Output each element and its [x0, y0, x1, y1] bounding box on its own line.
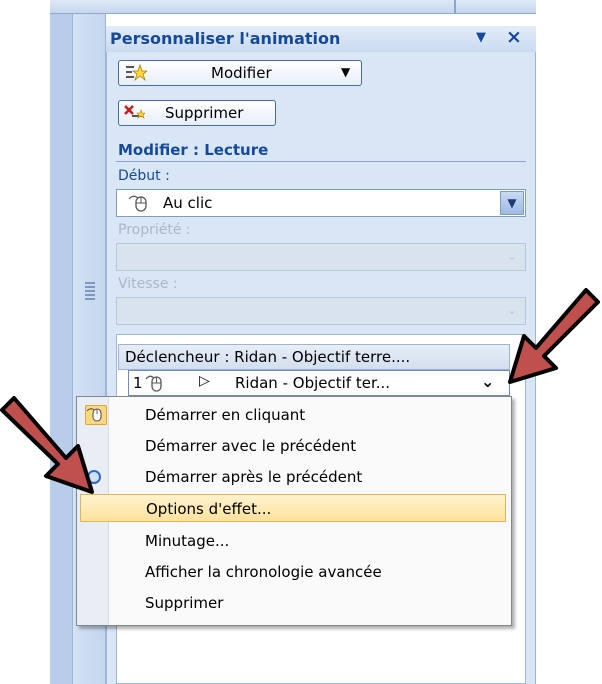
- menu-item-effect-options[interactable]: Options d'effet...: [80, 494, 506, 522]
- start-value: Au clic: [163, 194, 213, 212]
- delete-effect-button[interactable]: Supprimer: [118, 100, 276, 126]
- chevron-down-icon: ⌄: [506, 249, 518, 263]
- media-play-icon: ▷: [199, 373, 210, 389]
- pane-header: Personnaliser l'animation ▼ ×: [106, 26, 536, 52]
- effect-number: 1: [133, 374, 143, 392]
- section-divider: [116, 161, 526, 162]
- start-label: Début :: [118, 168, 170, 184]
- pane-close-icon[interactable]: ×: [504, 27, 524, 47]
- menu-item-remove[interactable]: Supprimer: [77, 589, 511, 617]
- property-combobox: ⌄: [116, 243, 526, 271]
- dropdown-caret-icon: ▼: [341, 65, 351, 79]
- speed-combobox: ⌄: [116, 297, 526, 325]
- left-edge-bar: [50, 14, 72, 684]
- modify-effect-button[interactable]: Modifier ▼: [118, 60, 362, 86]
- trigger-label: Déclencheur : Ridan - Objectif terre....: [125, 348, 411, 366]
- effect-list-item[interactable]: 1 ▷ Ridan - Objectif ter... ⌄: [128, 370, 510, 396]
- menu-item-label: Minutage...: [145, 532, 230, 550]
- menu-item-label: Démarrer avec le précédent: [145, 437, 357, 455]
- speed-label: Vitesse :: [118, 276, 178, 292]
- splitter-grip-icon[interactable]: [85, 282, 95, 302]
- mouse-click-icon: [128, 195, 147, 212]
- pane-options-icon[interactable]: ▼: [472, 30, 490, 46]
- trigger-header[interactable]: Déclencheur : Ridan - Objectif terre....: [118, 344, 510, 370]
- section-title: Modifier : Lecture: [118, 141, 269, 159]
- menu-item-start-after-previous[interactable]: Démarrer après le précédent: [77, 463, 511, 491]
- property-label: Propriété :: [118, 222, 191, 238]
- pane-title: Personnaliser l'animation: [110, 29, 341, 48]
- menu-item-label: Options d'effet...: [146, 500, 272, 518]
- delete-effect-label: Supprimer: [165, 104, 244, 122]
- red-arrow-icon: [508, 288, 600, 384]
- menu-item-timing[interactable]: Minutage...: [77, 527, 511, 555]
- delete-effect-icon: [124, 105, 145, 119]
- menu-item-label: Démarrer après le précédent: [145, 468, 363, 486]
- effect-context-menu: Démarrer en cliquant Démarrer avec le pr…: [76, 396, 512, 626]
- menu-item-start-with-previous[interactable]: Démarrer avec le précédent: [77, 432, 511, 460]
- start-combobox[interactable]: Au clic ▼: [116, 189, 526, 217]
- star-effect-icon: [126, 64, 147, 82]
- effect-name: Ridan - Objectif ter...: [235, 374, 391, 392]
- chevron-down-icon[interactable]: ▼: [500, 191, 524, 215]
- red-arrow-icon: [0, 396, 94, 494]
- menu-item-label: Démarrer en cliquant: [145, 406, 306, 424]
- menu-item-advanced-timeline[interactable]: Afficher la chronologie avancée: [77, 558, 511, 586]
- menu-item-start-on-click[interactable]: Démarrer en cliquant: [77, 401, 511, 429]
- mouse-click-icon: [145, 375, 162, 392]
- menu-item-label: Supprimer: [145, 594, 224, 612]
- menu-item-label: Afficher la chronologie avancée: [145, 563, 382, 581]
- modify-effect-label: Modifier: [211, 64, 272, 82]
- window-top-strip: [50, 0, 536, 14]
- top-strip-divider: [454, 0, 456, 14]
